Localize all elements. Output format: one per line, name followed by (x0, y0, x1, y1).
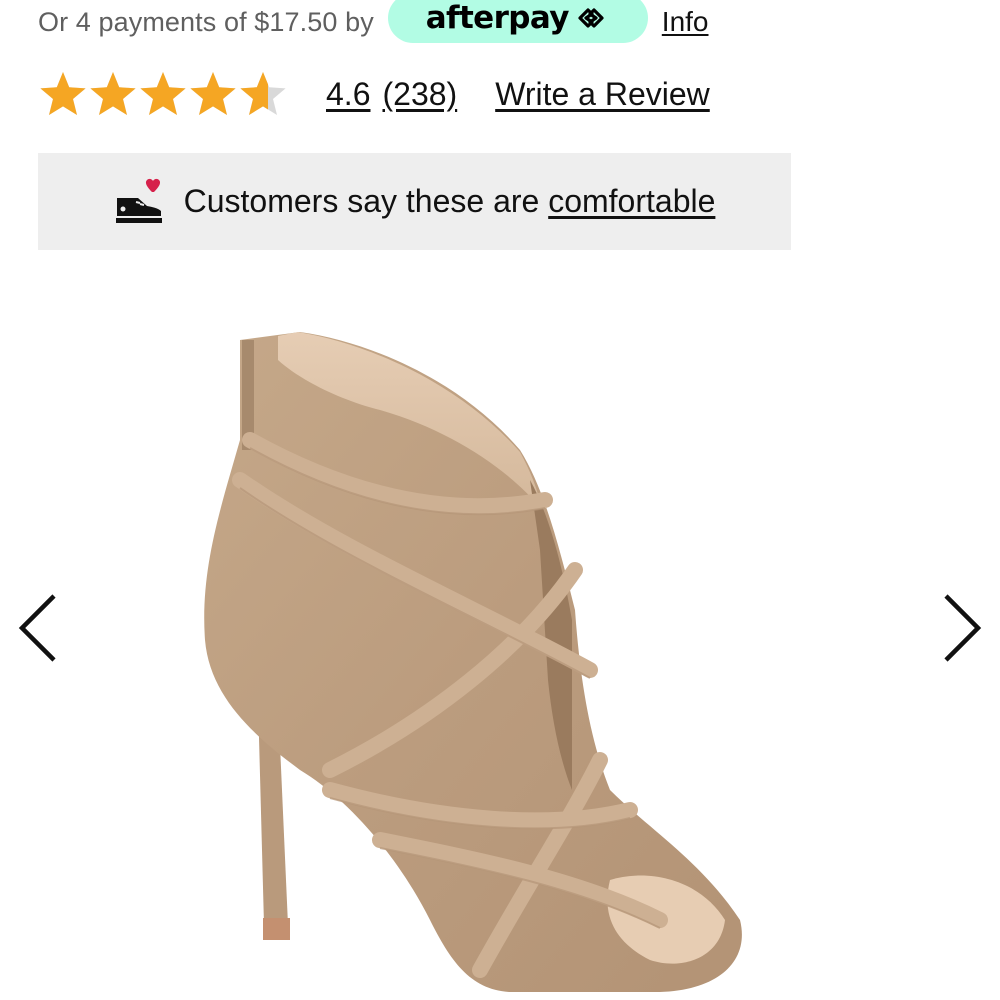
installments-text: Or 4 payments of $17.50 by (38, 6, 374, 37)
star-rating[interactable] (38, 69, 288, 119)
afterpay-logo-icon (578, 8, 604, 28)
star-icon (240, 72, 286, 115)
star-icon (190, 72, 236, 115)
star-icon (140, 72, 186, 115)
afterpay-logo-text: afterpay (425, 0, 570, 36)
star-icon (90, 72, 136, 115)
comfortable-link[interactable]: comfortable (548, 183, 715, 219)
product-image-carousel (0, 270, 1000, 1000)
rating-row: 4.6 (238) Write a Review (38, 66, 710, 122)
chevron-left-icon[interactable] (14, 590, 60, 666)
review-count-link[interactable]: (238) (382, 76, 457, 113)
write-review-link[interactable]: Write a Review (495, 76, 710, 113)
afterpay-badge[interactable]: afterpay (387, 0, 648, 43)
comfort-text: Customers say these are comfortable (184, 183, 716, 220)
star-icon (40, 72, 86, 115)
product-page: Or 4 payments of $17.50 by afterpay Info… (0, 0, 1000, 1000)
comfort-banner: Customers say these are comfortable (38, 153, 791, 250)
product-image (204, 332, 742, 992)
afterpay-info-link[interactable]: Info (662, 6, 709, 38)
chevron-right-icon[interactable] (940, 590, 986, 666)
rating-value-link[interactable]: 4.6 (326, 76, 370, 113)
payment-row: Or 4 payments of $17.50 by afterpay Info (38, 0, 709, 44)
shoe-heart-icon (115, 178, 162, 223)
comfort-text-prefix: Customers say these are (183, 183, 549, 219)
